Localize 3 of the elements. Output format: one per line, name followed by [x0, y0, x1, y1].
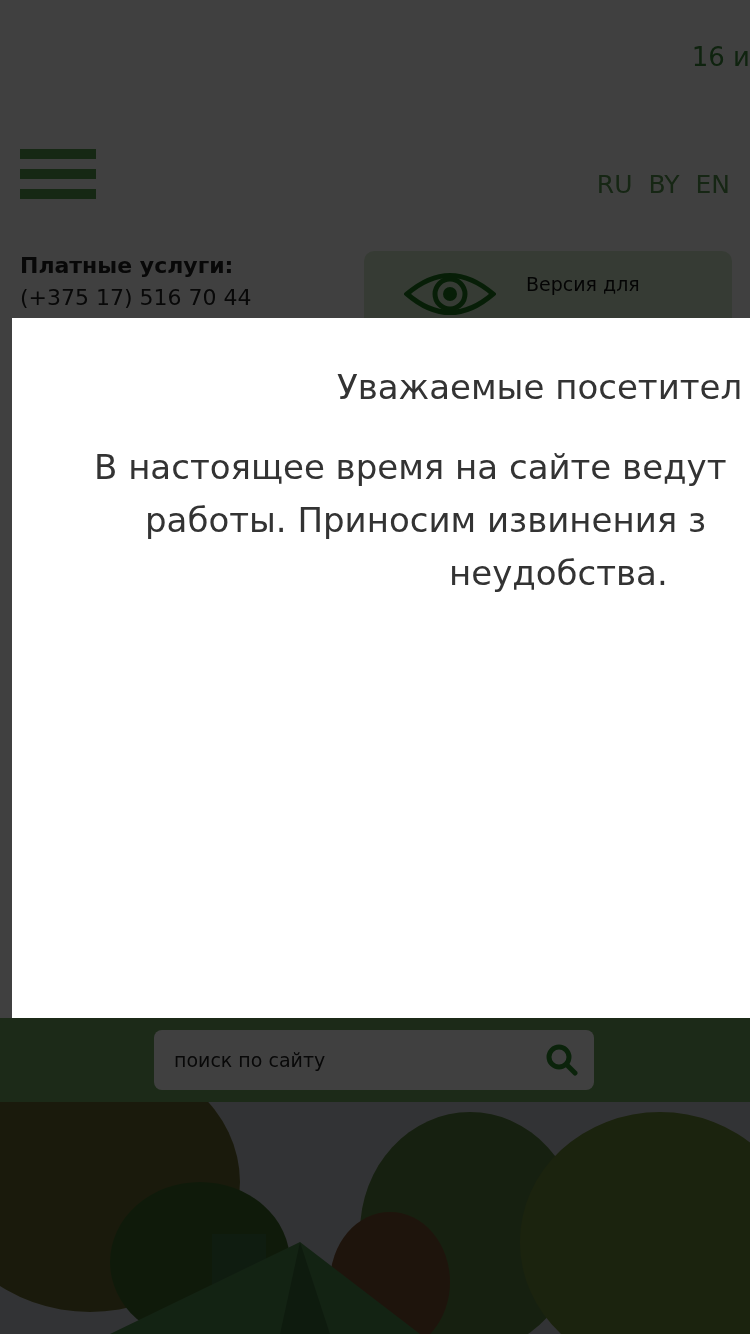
contacts-label: Платные услуги: — [20, 252, 235, 280]
modal-message: В настоящее время на сайте ведут работы. Приносим извинения з неудобства. — [94, 446, 728, 595]
modal-title: Уважаемые посетител — [337, 366, 743, 409]
